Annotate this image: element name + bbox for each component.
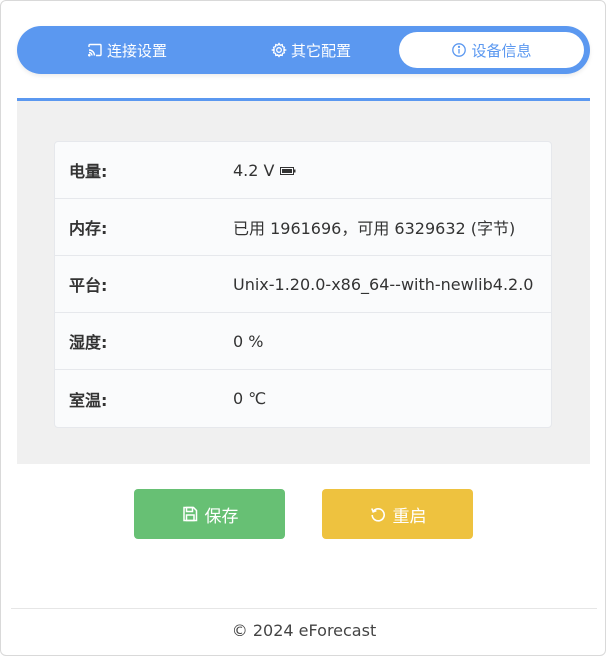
tab-device-info[interactable]: 设备信息 [399,32,584,68]
info-row-platform: 平台: Unix-1.20.0-x86_64--with-newlib4.2.0 [55,256,551,313]
footer-divider [11,608,597,609]
tab-label: 连接设置 [106,41,167,60]
save-icon [181,505,199,523]
footer-copyright: © 2024 eForecast [231,621,377,640]
tab-other-config[interactable]: 其它配置 [241,32,381,68]
info-icon [451,42,467,58]
info-row-battery: 电量: 4.2 V [55,142,551,199]
info-row-temperature: 室温: 0 ℃ [55,370,551,427]
save-label: 保存 [204,506,239,527]
row-key: 电量: [69,162,108,181]
row-value: Unix-1.20.0-x86_64--with-newlib4.2.0 [233,274,534,294]
gear-icon [270,42,287,58]
app-frame: 连接设置 其它配置 设备信息 电量: 4.2 V 内存: 已用 1961696，… [0,0,606,656]
info-row-memory: 内存: 已用 1961696，可用 6329632 (字节) [55,199,551,256]
row-key: 室温: [69,390,108,410]
refresh-icon [369,505,387,523]
tab-bar: 连接设置 其它配置 设备信息 [17,26,590,74]
row-value: 4.2 V [233,160,275,180]
row-value: 0 % [233,331,264,351]
row-key: 平台: [69,276,108,295]
restart-button[interactable]: 重启 [322,489,473,539]
row-key: 内存: [69,219,108,238]
info-row-humidity: 湿度: 0 % [55,313,551,370]
row-value: 已用 1961696，可用 6329632 (字节) [233,219,516,238]
device-info-panel: 电量: 4.2 V 内存: 已用 1961696，可用 6329632 (字节) [17,98,590,464]
tab-label: 其它配置 [290,41,351,60]
save-button[interactable]: 保存 [134,489,285,539]
cast-icon [87,42,103,58]
tab-label: 设备信息 [471,41,532,60]
row-key: 湿度: [69,333,108,352]
battery-icon [280,161,296,180]
row-value-wrap: 4.2 V [233,161,296,180]
info-table: 电量: 4.2 V 内存: 已用 1961696，可用 6329632 (字节) [54,141,552,428]
tab-connection-settings[interactable]: 连接设置 [57,32,197,68]
row-value: 0 ℃ [233,389,267,408]
restart-label: 重启 [392,506,427,527]
